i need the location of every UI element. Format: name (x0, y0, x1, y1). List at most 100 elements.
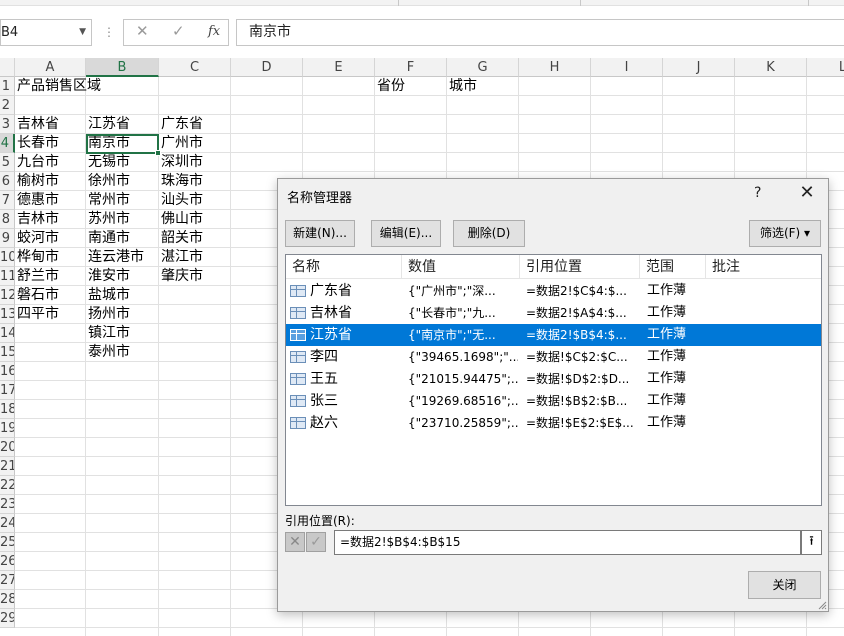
column-header-d[interactable]: D (231, 58, 303, 77)
fill-handle[interactable] (155, 150, 161, 156)
cell-a10[interactable]: 桦甸市 (15, 248, 59, 267)
confirm-edit-icon[interactable]: ✓ (306, 532, 326, 552)
cell-b3[interactable]: 江苏省 (86, 115, 130, 134)
row-header-5[interactable]: 5 (0, 153, 15, 172)
insert-function-icon[interactable]: fx (208, 24, 220, 39)
cell-a12[interactable]: 磐石市 (15, 286, 59, 305)
column-header-name[interactable]: 名称 (286, 255, 402, 279)
column-header-h[interactable]: H (519, 58, 591, 77)
row-header-9[interactable]: 9 (0, 229, 15, 248)
cell-b9[interactable]: 南通市 (86, 229, 130, 248)
row-header-7[interactable]: 7 (0, 191, 15, 210)
cell-b15[interactable]: 泰州市 (86, 343, 130, 362)
column-header-l[interactable]: L (807, 58, 844, 77)
column-header-g[interactable]: G (447, 58, 519, 77)
column-header-scope[interactable]: 范围 (640, 255, 706, 279)
row-header-6[interactable]: 6 (0, 172, 15, 191)
select-all-corner[interactable] (0, 58, 15, 77)
list-item[interactable]: 江苏省 {"南京市";"无... =数据2!$B$4:$... 工作薄 (286, 324, 821, 346)
row-header-3[interactable]: 3 (0, 115, 15, 134)
list-item[interactable]: 李四 {"39465.1698";"... =数据!$C$2:$C... 工作薄 (286, 346, 821, 368)
row-header-2[interactable]: 2 (0, 96, 15, 115)
row-header-22[interactable]: 22 (0, 476, 15, 495)
row-header-23[interactable]: 23 (0, 495, 15, 514)
row-header-1[interactable]: 1 (0, 77, 15, 96)
chevron-down-icon[interactable]: ▼ (79, 20, 86, 45)
list-item[interactable]: 张三 {"19269.68516";... =数据!$B$2:$B... 工作薄 (286, 390, 821, 412)
row-header-26[interactable]: 26 (0, 552, 15, 571)
row-header-19[interactable]: 19 (0, 419, 15, 438)
row-header-25[interactable]: 25 (0, 533, 15, 552)
column-header-k[interactable]: K (735, 58, 807, 77)
resize-grip-icon[interactable] (817, 600, 827, 610)
more-dots-icon[interactable]: ⋮ (103, 25, 115, 39)
cell-c7[interactable]: 汕头市 (159, 191, 203, 210)
cell-c9[interactable]: 韶关市 (159, 229, 203, 248)
list-item[interactable]: 王五 {"21015.94475";... =数据!$D$2:$D... 工作薄 (286, 368, 821, 390)
row-header-8[interactable]: 8 (0, 210, 15, 229)
delete-button[interactable]: 删除(D) (453, 220, 525, 247)
name-box[interactable]: B4 ▼ (0, 19, 92, 46)
cell-a9[interactable]: 蛟河市 (15, 229, 59, 248)
enter-icon[interactable]: ✓ (172, 22, 185, 40)
cell-a6[interactable]: 榆树市 (15, 172, 59, 191)
row-header-11[interactable]: 11 (0, 267, 15, 286)
row-header-21[interactable]: 21 (0, 457, 15, 476)
list-item[interactable]: 吉林省 {"长春市";"九... =数据2!$A$4:$... 工作薄 (286, 302, 821, 324)
row-header-12[interactable]: 12 (0, 286, 15, 305)
cell-b13[interactable]: 扬州市 (86, 305, 130, 324)
cell-b11[interactable]: 淮安市 (86, 267, 130, 286)
collapse-dialog-icon[interactable]: ⭱ (801, 530, 822, 555)
row-header-4[interactable]: 4 (0, 134, 15, 153)
cell-a5[interactable]: 九台市 (15, 153, 59, 172)
row-header-10[interactable]: 10 (0, 248, 15, 267)
cell-b12[interactable]: 盐城市 (86, 286, 130, 305)
cell-a1[interactable]: 产品销售区域 (15, 77, 101, 96)
cell-c4[interactable]: 广州市 (159, 134, 203, 153)
column-header-j[interactable]: J (663, 58, 735, 77)
new-button[interactable]: 新建(N)... (285, 220, 355, 247)
column-header-i[interactable]: I (591, 58, 663, 77)
cell-c10[interactable]: 湛江市 (159, 248, 203, 267)
row-header-27[interactable]: 27 (0, 571, 15, 590)
help-icon[interactable]: ? (754, 185, 761, 201)
list-item[interactable]: 赵六 {"23710.25859";... =数据!$E$2:$E$... 工作薄 (286, 412, 821, 434)
close-icon[interactable]: ✕ (796, 182, 818, 204)
cell-a11[interactable]: 舒兰市 (15, 267, 59, 286)
cell-b10[interactable]: 连云港市 (86, 248, 144, 267)
cell-b7[interactable]: 常州市 (86, 191, 130, 210)
cell-c3[interactable]: 广东省 (159, 115, 203, 134)
close-button[interactable]: 关闭 (748, 571, 821, 599)
column-header-e[interactable]: E (303, 58, 375, 77)
list-item[interactable]: 广东省 {"广州市";"深... =数据2!$C$4:$... 工作薄 (286, 280, 821, 302)
row-header-15[interactable]: 15 (0, 343, 15, 362)
cell-a7[interactable]: 德惠市 (15, 191, 59, 210)
cell-f1[interactable]: 省份 (375, 77, 405, 96)
row-header-24[interactable]: 24 (0, 514, 15, 533)
cell-a8[interactable]: 吉林市 (15, 210, 59, 229)
names-list[interactable]: 名称 数值 引用位置 范围 批注 广东省 {"广州市";"深... =数据2!$C$… (285, 254, 822, 506)
row-header-17[interactable]: 17 (0, 381, 15, 400)
cell-c11[interactable]: 肇庆市 (159, 267, 203, 286)
column-header-a[interactable]: A (15, 58, 86, 77)
cancel-icon[interactable]: ✕ (136, 22, 149, 40)
column-header-b[interactable]: B (86, 58, 159, 77)
row-header-13[interactable]: 13 (0, 305, 15, 324)
column-header-f[interactable]: F (375, 58, 447, 77)
column-header-value[interactable]: 数值 (402, 255, 520, 279)
cell-b6[interactable]: 徐州市 (86, 172, 130, 191)
row-header-18[interactable]: 18 (0, 400, 15, 419)
cell-b8[interactable]: 苏州市 (86, 210, 130, 229)
cell-a3[interactable]: 吉林省 (15, 115, 59, 134)
filter-button[interactable]: 筛选(F) ▾ (749, 220, 821, 247)
cell-c8[interactable]: 佛山市 (159, 210, 203, 229)
column-header-comment[interactable]: 批注 (706, 255, 821, 279)
formula-input[interactable]: 南京市 (236, 19, 844, 46)
column-header-refers-to[interactable]: 引用位置 (520, 255, 640, 279)
row-header-16[interactable]: 16 (0, 362, 15, 381)
cell-a4[interactable]: 长春市 (15, 134, 59, 153)
row-header-28[interactable]: 28 (0, 590, 15, 609)
cell-b5[interactable]: 无锡市 (86, 153, 130, 172)
row-header-29[interactable]: 29 (0, 609, 15, 628)
column-header-c[interactable]: C (159, 58, 231, 77)
